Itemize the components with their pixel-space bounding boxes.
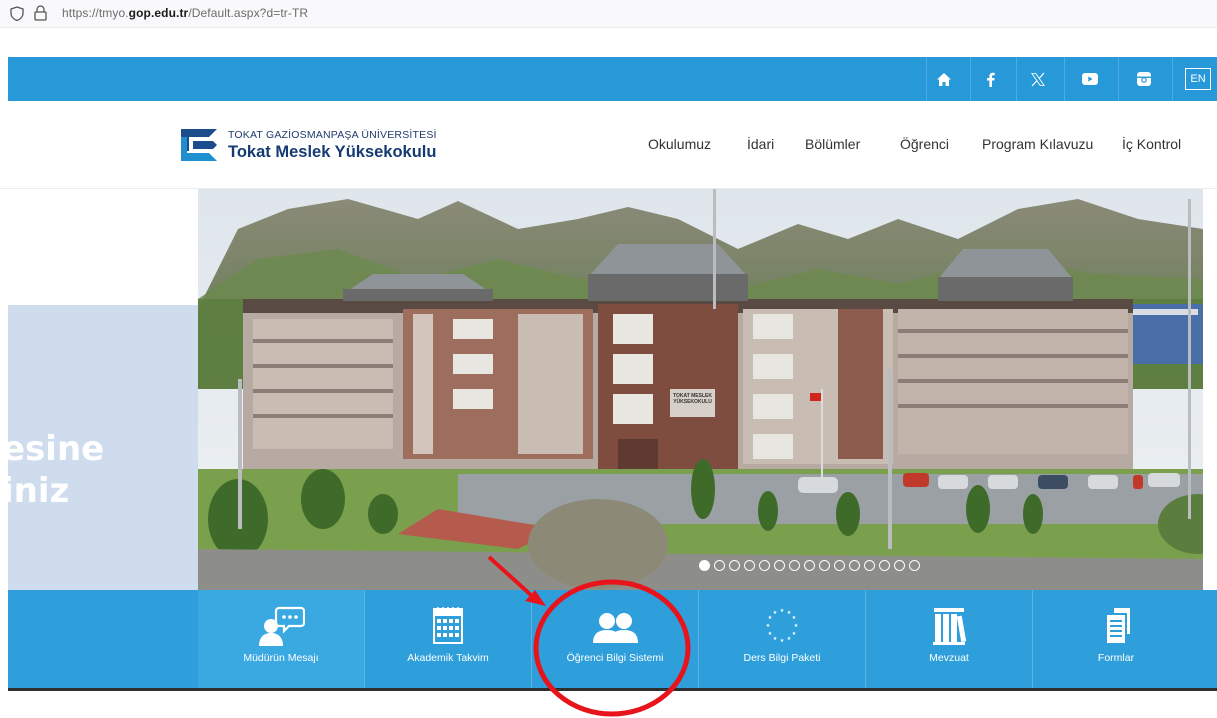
slider-dot[interactable] (864, 560, 875, 571)
quick-link-label: Ders Bilgi Paketi (743, 652, 821, 664)
divider (970, 57, 971, 101)
slider-dot[interactable] (789, 560, 800, 571)
quick-link-ders-bilgi-paketi[interactable]: ★ ★ ★ ★ ★ ★ ★ ★ ★ ★ ★ ★ Ders Bilgi Paketi (699, 590, 865, 688)
slider-dot[interactable] (774, 560, 785, 571)
quick-link-label: Formlar (1097, 652, 1135, 664)
calendar-icon (433, 607, 463, 644)
svg-text:★: ★ (780, 638, 785, 644)
slider-dot[interactable] (699, 560, 710, 571)
svg-text:★: ★ (773, 636, 778, 642)
quick-link-akademik-takvim[interactable]: Akademik Takvim (365, 590, 531, 688)
slider-dot[interactable] (879, 560, 890, 571)
slider-dot[interactable] (819, 560, 830, 571)
school-name[interactable]: Tokat Meslek Yüksekokulu (228, 143, 436, 162)
url-domain: gop.edu.tr (128, 6, 189, 20)
nav-idari[interactable]: İdari (747, 136, 774, 152)
quick-link-mevzuat[interactable]: Mevzuat (866, 590, 1032, 688)
quick-link-formlar[interactable]: Formlar (1033, 590, 1199, 688)
language-switch-button[interactable]: EN (1185, 68, 1211, 90)
social-topbar: EN (8, 57, 1217, 101)
instagram-icon[interactable] (1120, 57, 1168, 101)
university-name: TOKAT GAZİOSMANPAŞA ÜNİVERSİTESİ (228, 129, 437, 141)
quick-link-mudurun-mesaji[interactable]: Müdürün Mesajı (198, 590, 364, 688)
nav-bolumler[interactable]: Bölümler (805, 136, 860, 152)
university-logo-icon[interactable] (179, 127, 219, 161)
eu-stars-icon: ★ ★★★ ★★★★ ★★★★ (766, 608, 799, 644)
url-prefix: https://tmyo. (62, 6, 129, 20)
slogan-line-1: esine (8, 429, 105, 469)
building-sign: TOKAT MESLEK YÜKSEKOKULU (673, 393, 712, 405)
divider (1064, 57, 1065, 101)
svg-text:★: ★ (787, 636, 792, 642)
divider (1172, 57, 1173, 101)
svg-text:★: ★ (792, 615, 797, 621)
divider (1118, 57, 1119, 101)
url-path: /Default.aspx?d=tr-TR (188, 6, 309, 20)
nav-ic-kontrol[interactable]: İç Kontrol (1122, 136, 1181, 152)
slider-pagination (699, 560, 920, 572)
svg-text:★: ★ (780, 608, 785, 614)
browser-address-bar: https://tmyo.gop.edu.tr/Default.aspx?d=t… (0, 0, 1217, 28)
slider-side-panel-top (8, 189, 198, 305)
slogan-line-2: iniz (8, 471, 70, 511)
slider-dot[interactable] (909, 560, 920, 571)
shield-icon[interactable] (10, 6, 24, 21)
svg-text:★: ★ (768, 631, 773, 637)
svg-text:★: ★ (794, 623, 799, 629)
nav-ogrenci[interactable]: Öğrenci (900, 136, 949, 152)
nav-program-kilavuzu[interactable]: Program Kılavuzu (982, 136, 1093, 152)
slider-dot[interactable] (849, 560, 860, 571)
slider-dot[interactable] (834, 560, 845, 571)
divider (1016, 57, 1017, 101)
quick-link-label: Akademik Takvim (407, 652, 489, 664)
quick-link-ogrenci-bilgi-sistemi[interactable]: Öğrenci Bilgi Sistemi (532, 590, 698, 688)
slider-dot[interactable] (759, 560, 770, 571)
url-field[interactable]: https://tmyo.gop.edu.tr/Default.aspx?d=t… (62, 6, 308, 20)
youtube-icon[interactable] (1068, 57, 1112, 101)
svg-text:★: ★ (773, 610, 778, 616)
quick-link-label: Müdürün Mesajı (243, 652, 319, 664)
quick-links-bar: Müdürün Mesajı Akademik Takvim Öğrenci B… (8, 590, 1217, 691)
hero-slide-image[interactable]: TOKAT MESLEK YÜKSEKOKULU (198, 189, 1203, 590)
nav-okulumuz[interactable]: Okulumuz (648, 136, 711, 152)
lock-icon[interactable] (34, 5, 47, 21)
slider-dot[interactable] (744, 560, 755, 571)
quick-link-label: Mevzuat (929, 652, 969, 664)
users-icon (593, 613, 638, 643)
x-icon[interactable] (1018, 57, 1058, 101)
home-icon[interactable] (926, 57, 962, 101)
documents-icon (1105, 608, 1130, 645)
slider-dot[interactable] (714, 560, 725, 571)
speech-bubble-person-icon (259, 606, 305, 646)
site-header: TOKAT GAZİOSMANPAŞA ÜNİVERSİTESİ Tokat M… (0, 101, 1217, 189)
slider-side-panel: esine iniz (8, 305, 198, 590)
slider-dot[interactable] (804, 560, 815, 571)
books-icon (933, 608, 967, 645)
svg-text:★: ★ (792, 631, 797, 637)
quick-link-label: Öğrenci Bilgi Sistemi (566, 652, 664, 664)
slider-dot[interactable] (729, 560, 740, 571)
facebook-icon[interactable] (972, 57, 1008, 101)
svg-text:★: ★ (766, 623, 771, 629)
slider-dot[interactable] (894, 560, 905, 571)
